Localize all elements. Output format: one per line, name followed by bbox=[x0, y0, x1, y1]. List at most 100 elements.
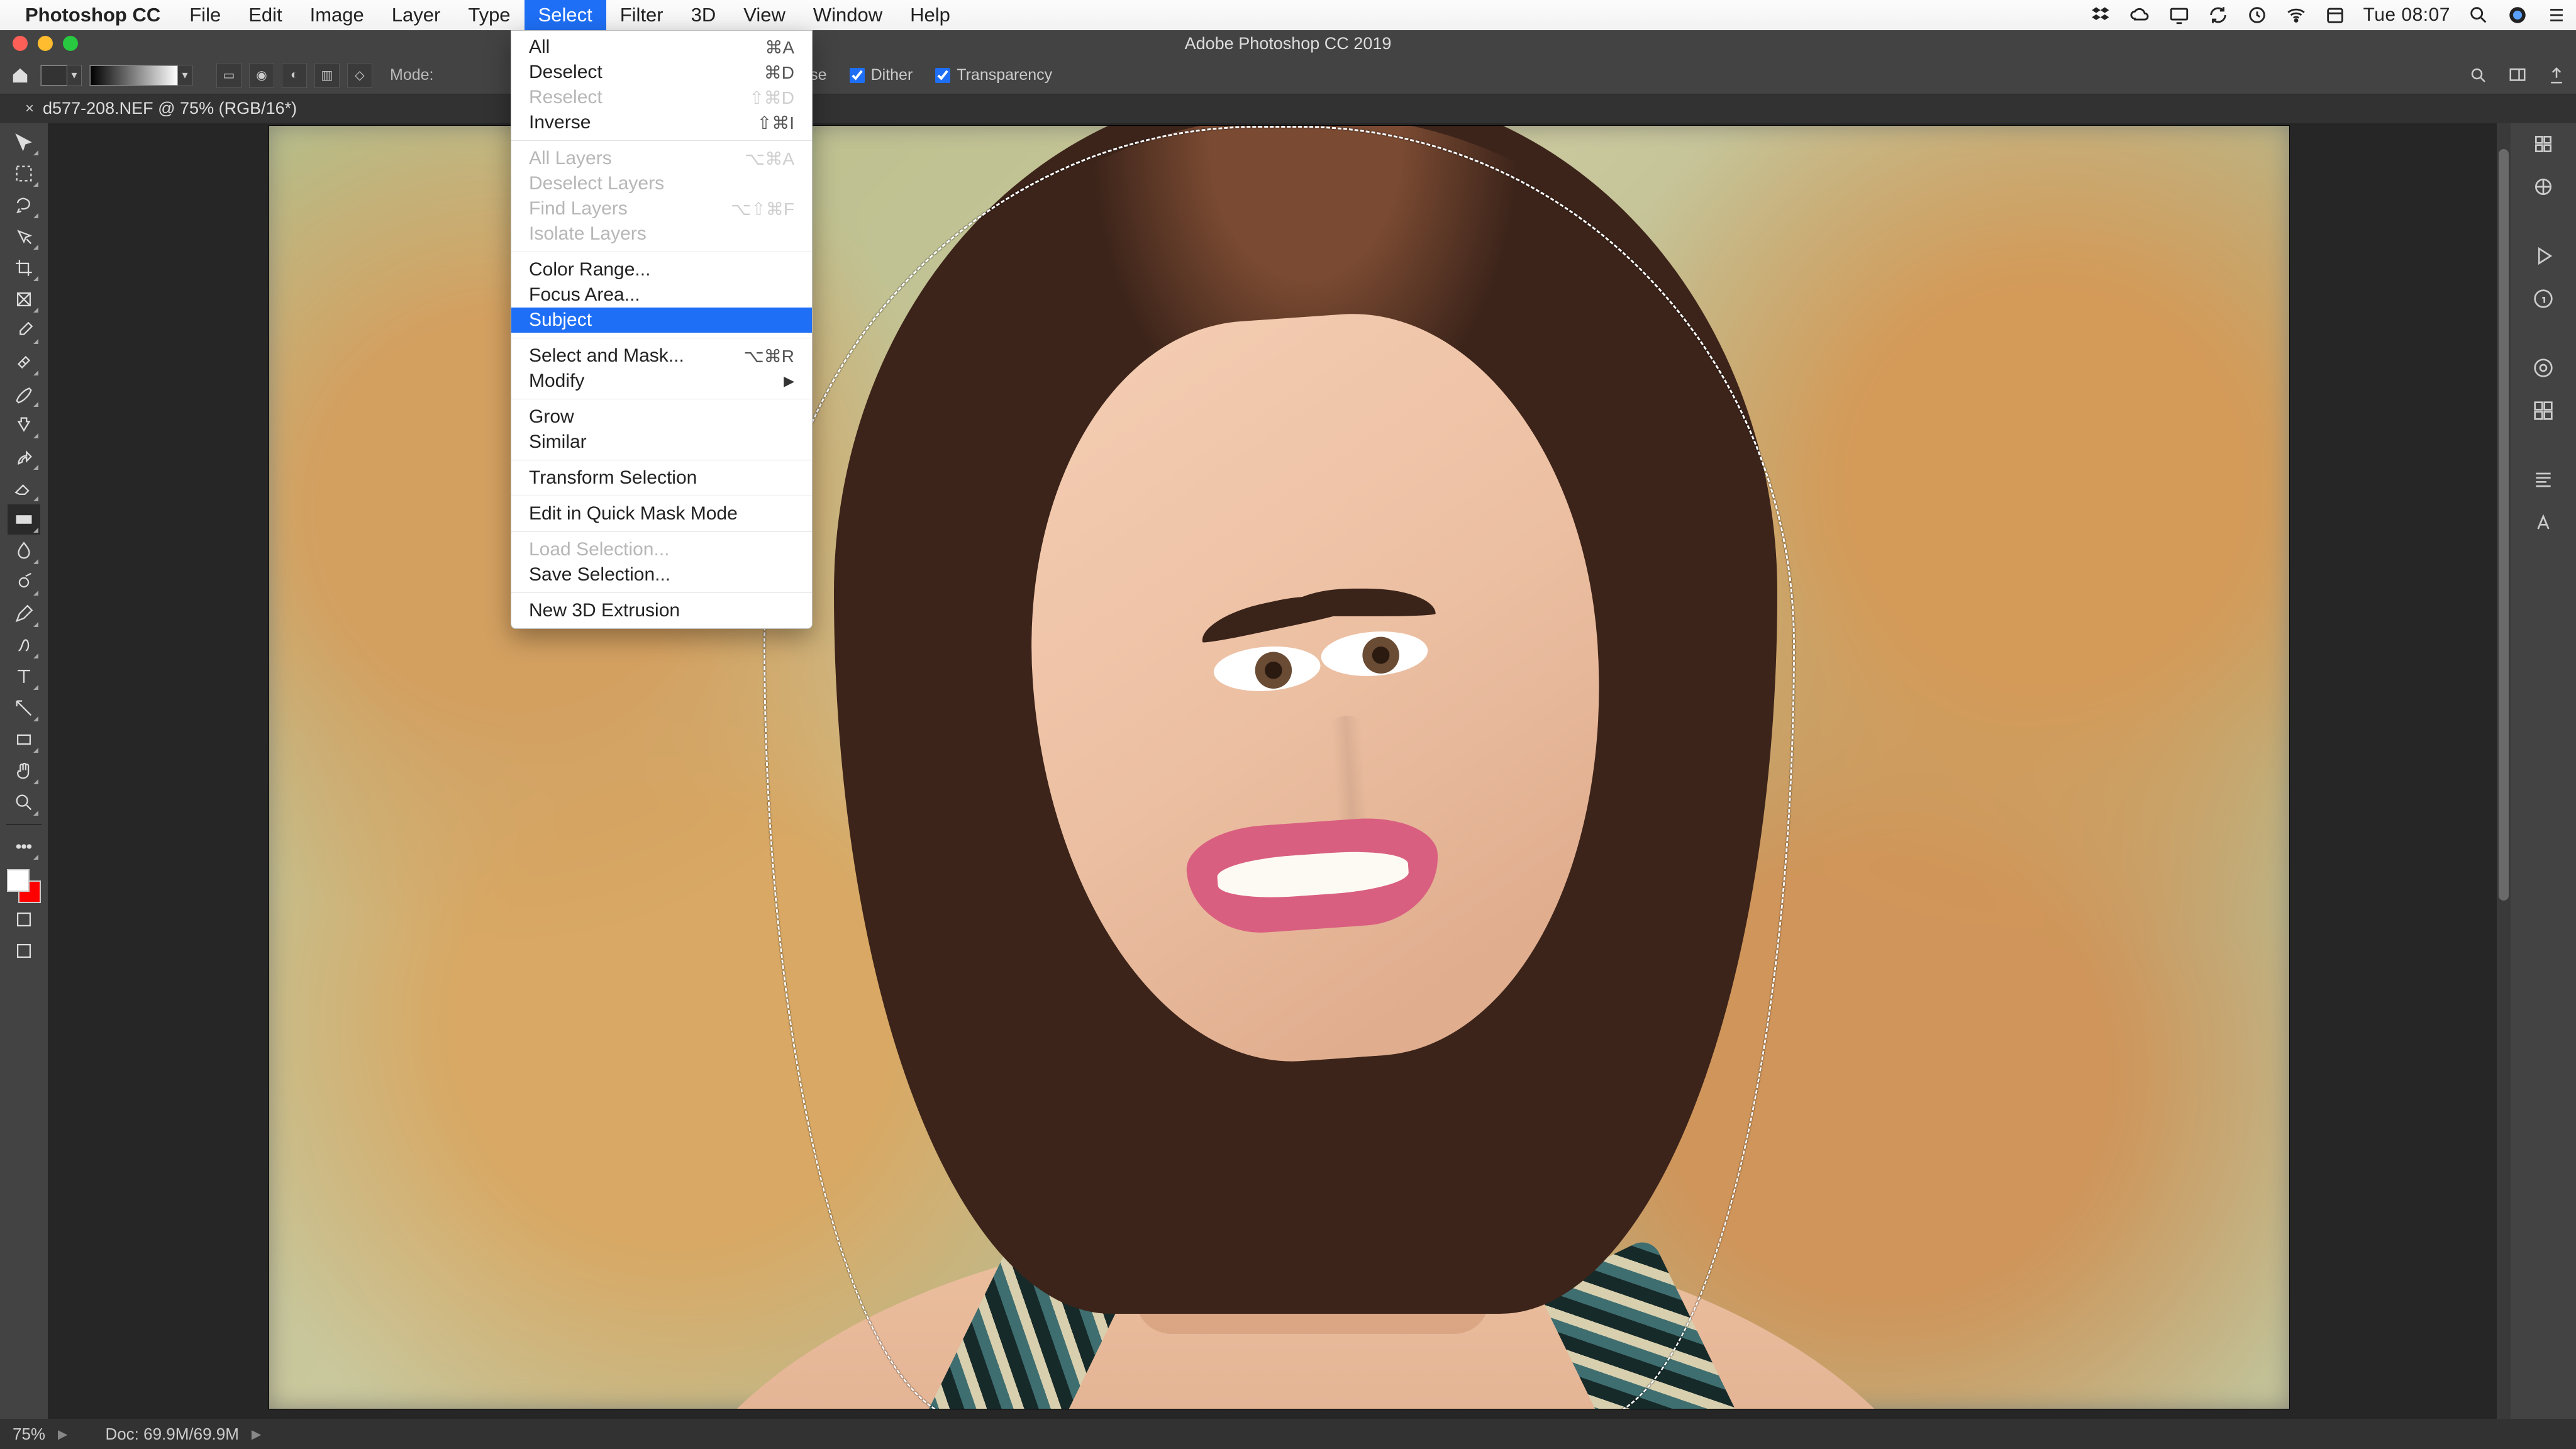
menu-item-window[interactable]: Window bbox=[799, 0, 896, 30]
angle-gradient-button[interactable]: ◐ bbox=[282, 63, 307, 88]
menu-deselect-layers: Deselect Layers bbox=[511, 171, 812, 196]
panel-paragraph-icon[interactable] bbox=[2524, 464, 2563, 496]
app-name[interactable]: Photoshop CC bbox=[25, 4, 160, 26]
panel-properties-icon[interactable] bbox=[2524, 128, 2563, 160]
menu-item-type[interactable]: Type bbox=[454, 0, 524, 30]
panel-play-icon[interactable] bbox=[2524, 240, 2563, 272]
tool-move[interactable] bbox=[8, 127, 40, 157]
menu-transform-selection[interactable]: Transform Selection bbox=[511, 465, 812, 491]
menu-item-select[interactable]: Select bbox=[525, 0, 606, 30]
menu-save-selection[interactable]: Save Selection... bbox=[511, 562, 812, 587]
tool-gradient[interactable] bbox=[8, 504, 40, 535]
spotlight-icon[interactable] bbox=[2468, 4, 2489, 26]
siri-icon[interactable] bbox=[2507, 4, 2528, 26]
tool-dodge[interactable] bbox=[8, 567, 40, 597]
zoom-window-button[interactable] bbox=[63, 36, 78, 51]
color-swatches[interactable] bbox=[7, 869, 41, 903]
panel-info-icon[interactable] bbox=[2524, 283, 2563, 314]
menu-focus-area[interactable]: Focus Area... bbox=[511, 282, 812, 308]
cloud-icon[interactable] bbox=[2129, 4, 2151, 26]
menu-color-range[interactable]: Color Range... bbox=[511, 257, 812, 282]
gradient-picker[interactable]: ▾ bbox=[89, 65, 192, 86]
menu-item-image[interactable]: Image bbox=[296, 0, 378, 30]
home-button[interactable] bbox=[8, 63, 33, 88]
doc-size[interactable]: Doc: 69.9M/69.9M bbox=[105, 1424, 238, 1444]
transparency-checkbox[interactable]: Transparency bbox=[935, 66, 1052, 84]
tool-type[interactable] bbox=[8, 662, 40, 692]
tool-brush[interactable] bbox=[8, 379, 40, 409]
sync-icon[interactable] bbox=[2207, 4, 2229, 26]
radial-gradient-button[interactable]: ◉ bbox=[249, 63, 274, 88]
menu-item-3d[interactable]: 3D bbox=[677, 0, 730, 30]
tool-history-brush[interactable] bbox=[8, 441, 40, 472]
workspace-picker-icon[interactable] bbox=[2506, 64, 2529, 87]
tool-ellipsis[interactable] bbox=[8, 831, 40, 862]
tool-rectangle[interactable] bbox=[8, 724, 40, 755]
share-icon[interactable] bbox=[2545, 64, 2568, 87]
search-icon[interactable] bbox=[2467, 64, 2490, 87]
tool-smudge[interactable] bbox=[8, 630, 40, 660]
clock-text[interactable]: Tue 08:07 bbox=[2363, 4, 2451, 26]
close-tab-icon[interactable]: × bbox=[25, 100, 34, 118]
menu-inverse[interactable]: Inverse⇧⌘I bbox=[511, 110, 812, 135]
dither-label: Dither bbox=[871, 66, 913, 84]
reflected-gradient-button[interactable]: ▥ bbox=[314, 63, 340, 88]
menu-item-label: Load Selection... bbox=[529, 539, 670, 560]
zoom-caret-icon[interactable]: ▶ bbox=[58, 1426, 67, 1442]
screen-mode-button[interactable] bbox=[8, 936, 40, 966]
menu-new-3d-extrusion[interactable]: New 3D Extrusion bbox=[511, 598, 812, 623]
tool-path[interactable] bbox=[8, 693, 40, 723]
window-title: Adobe Photoshop CC 2019 bbox=[1185, 34, 1392, 53]
minimize-window-button[interactable] bbox=[38, 36, 53, 51]
panel-swatches-icon[interactable] bbox=[2524, 395, 2563, 426]
vertical-scrollbar[interactable] bbox=[2497, 123, 2511, 1419]
zoom-value[interactable]: 75% bbox=[13, 1424, 45, 1444]
diamond-gradient-button[interactable]: ◇ bbox=[347, 63, 372, 88]
dither-checkbox[interactable]: Dither bbox=[850, 66, 913, 84]
menu-item-help[interactable]: Help bbox=[896, 0, 964, 30]
tool-frame[interactable] bbox=[8, 284, 40, 314]
tool-crop[interactable] bbox=[8, 253, 40, 283]
tool-pen[interactable] bbox=[8, 599, 40, 629]
menu-grow[interactable]: Grow bbox=[511, 404, 812, 430]
tool-clone[interactable] bbox=[8, 410, 40, 440]
quick-mask-button[interactable] bbox=[8, 904, 40, 935]
wifi-icon[interactable] bbox=[2285, 4, 2307, 26]
menu-modify[interactable]: Modify▶ bbox=[511, 369, 812, 394]
collapsed-panels bbox=[2511, 123, 2576, 1419]
close-window-button[interactable] bbox=[13, 36, 28, 51]
gradient-tool-preset[interactable]: ▾ bbox=[40, 65, 82, 86]
menu-similar[interactable]: Similar bbox=[511, 430, 812, 455]
panel-adjustments-icon[interactable] bbox=[2524, 171, 2563, 203]
tool-hand[interactable] bbox=[8, 756, 40, 786]
tool-quick-select[interactable] bbox=[8, 221, 40, 252]
menu-item-layer[interactable]: Layer bbox=[378, 0, 455, 30]
menu-item-view[interactable]: View bbox=[730, 0, 799, 30]
date-icon[interactable] bbox=[2324, 4, 2346, 26]
menu-item-edit[interactable]: Edit bbox=[235, 0, 296, 30]
tool-marquee[interactable] bbox=[8, 158, 40, 189]
tool-zoom[interactable] bbox=[8, 787, 40, 818]
panel-color-icon[interactable] bbox=[2524, 352, 2563, 384]
tool-eyedropper[interactable] bbox=[8, 316, 40, 346]
document-tab[interactable]: × d577-208.NEF @ 75% (RGB/16*) bbox=[19, 95, 309, 123]
doc-caret-icon[interactable]: ▶ bbox=[252, 1426, 261, 1442]
menu-item-file[interactable]: File bbox=[175, 0, 235, 30]
notification-icon[interactable] bbox=[2546, 4, 2567, 26]
linear-gradient-button[interactable]: ▭ bbox=[216, 63, 242, 88]
tool-eraser[interactable] bbox=[8, 473, 40, 503]
menu-subject[interactable]: Subject bbox=[511, 308, 812, 333]
tool-blur[interactable] bbox=[8, 536, 40, 566]
menu-item-filter[interactable]: Filter bbox=[606, 0, 677, 30]
menu-item-shortcut: ⌘A bbox=[765, 37, 794, 58]
tool-healing[interactable] bbox=[8, 347, 40, 377]
menu-edit-in-quick-mask-mode[interactable]: Edit in Quick Mask Mode bbox=[511, 501, 812, 526]
timemachine-icon[interactable] bbox=[2246, 4, 2268, 26]
menu-deselect[interactable]: Deselect⌘D bbox=[511, 60, 812, 85]
display-icon[interactable] bbox=[2168, 4, 2190, 26]
panel-character-icon[interactable] bbox=[2524, 507, 2563, 538]
dropbox-icon[interactable] bbox=[2090, 4, 2112, 26]
menu-select-and-mask[interactable]: Select and Mask...⌥⌘R bbox=[511, 343, 812, 369]
tool-lasso[interactable] bbox=[8, 190, 40, 220]
menu-all[interactable]: All⌘A bbox=[511, 35, 812, 60]
